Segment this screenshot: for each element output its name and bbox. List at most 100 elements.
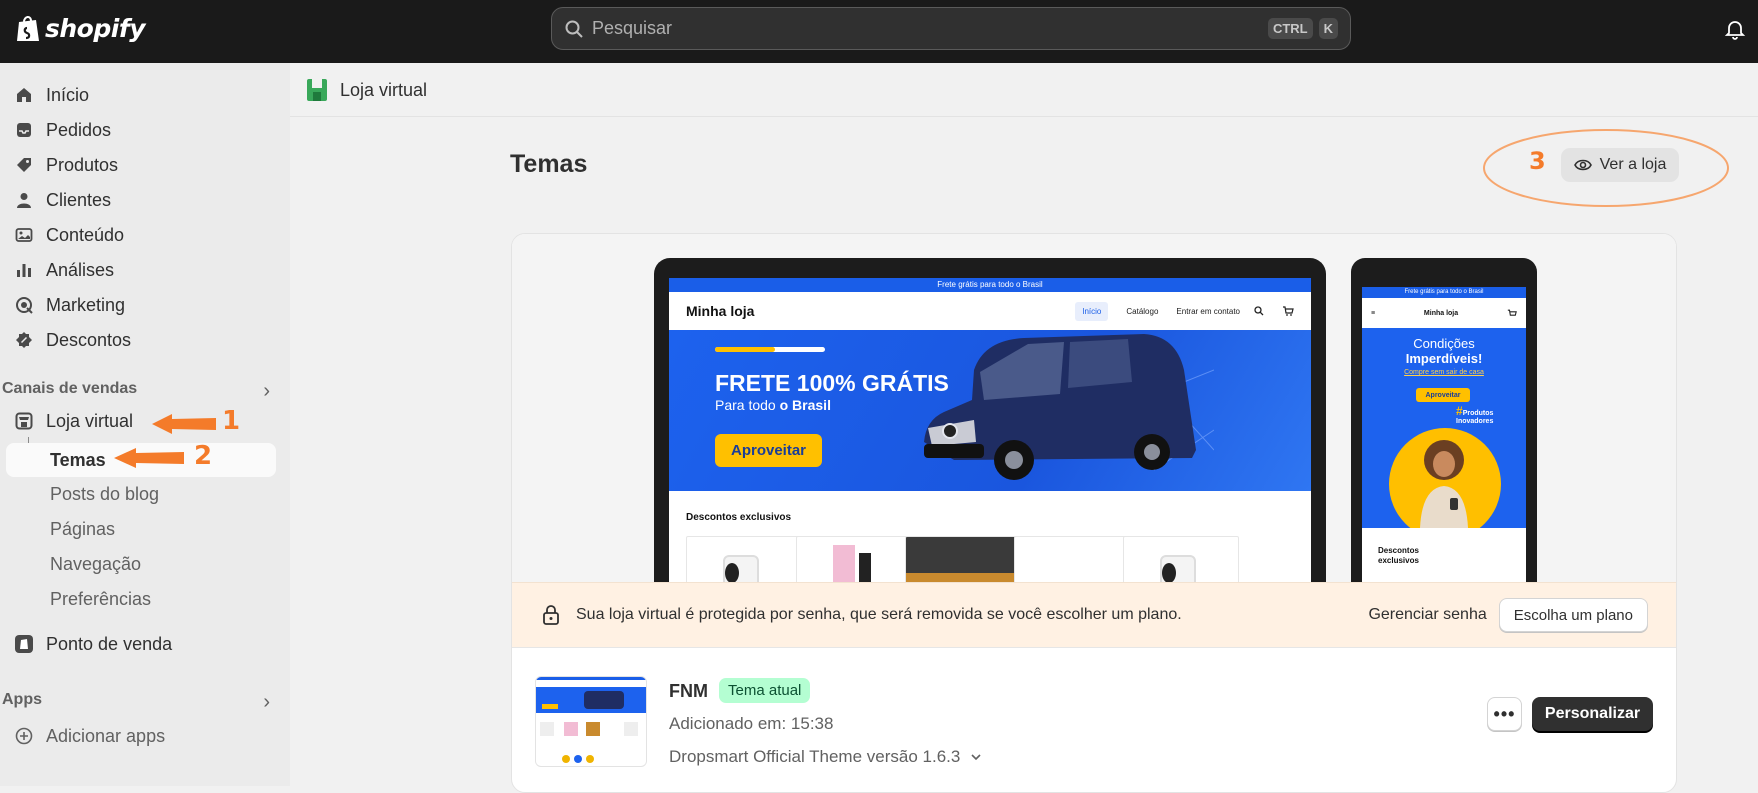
kbd-ctrl: CTRL xyxy=(1267,18,1313,39)
sidebar-item-blog-posts[interactable]: Posts do blog xyxy=(50,484,159,505)
sidebar-item-orders[interactable]: Pedidos xyxy=(14,114,111,146)
person-icon xyxy=(14,190,34,210)
sidebar: Início Pedidos Produtos Clientes Conteúd… xyxy=(0,63,290,786)
mobile-hero-line1: Condições xyxy=(1413,336,1475,351)
sidebar-item-discounts[interactable]: Descontos xyxy=(14,324,131,356)
desktop-preview: Frete grátis para todo o Brasil Minha lo… xyxy=(654,258,1326,583)
apps-label: Apps xyxy=(2,691,42,708)
sidebar-item-label: Análises xyxy=(46,259,115,280)
header-divider xyxy=(290,116,1758,117)
password-notice: Sua loja virtual é protegida por senha, … xyxy=(512,582,1676,647)
woman-image xyxy=(1420,440,1468,528)
mobile-hero-tag: #Produtos Inovadores xyxy=(1456,404,1494,425)
store-brand: Minha loja xyxy=(686,303,755,319)
chevron-down-icon xyxy=(971,754,981,761)
store-nav-catalog: Catálogo xyxy=(1126,306,1159,316)
sidebar-item-online-store[interactable]: Loja virtual xyxy=(14,405,133,437)
mobile-section-title: Descontos exclusivos xyxy=(1378,546,1419,565)
theme-added-time: Adicionado em: 15:38 xyxy=(669,714,834,733)
desktop-screen: Frete grátis para todo o Brasil Minha lo… xyxy=(669,278,1311,583)
mobile-header: ≡ Minha loja xyxy=(1362,298,1526,328)
cart-icon xyxy=(1283,306,1294,316)
bar-chart-icon xyxy=(14,260,34,280)
pos-icon xyxy=(14,634,34,654)
top-bar: shopify Pesquisar CTRL K xyxy=(0,0,1758,63)
shopify-logo[interactable]: shopify xyxy=(16,14,146,43)
product-card xyxy=(1123,536,1239,583)
sidebar-item-add-apps[interactable]: Adicionar apps xyxy=(14,720,165,752)
van-image xyxy=(924,334,1214,480)
sidebar-item-customers[interactable]: Clientes xyxy=(14,184,111,216)
customize-button[interactable]: Personalizar xyxy=(1532,697,1653,731)
theme-thumbnail[interactable] xyxy=(535,676,647,767)
mobile-hero: Condições Imperdíveis! Compre sem sair de… xyxy=(1362,328,1526,528)
annotation-number-1: 1 xyxy=(222,406,241,436)
annotation-number-2: 2 xyxy=(194,441,213,471)
sidebar-item-pos[interactable]: Ponto de venda xyxy=(14,628,172,660)
bell-icon[interactable] xyxy=(1724,18,1746,40)
current-theme-row: FNM Tema atual Adicionado em: 15:38 Drop… xyxy=(512,647,1676,792)
plus-circle-icon xyxy=(14,726,34,746)
image-icon xyxy=(14,225,34,245)
sidebar-item-label: Início xyxy=(46,84,90,105)
breadcrumb: Loja virtual xyxy=(306,78,427,102)
store-nav-contact: Entrar em contato xyxy=(1176,306,1240,316)
sidebar-item-label: Marketing xyxy=(46,294,126,315)
mobile-hero-link: Compre sem sair de casa xyxy=(1404,369,1484,376)
hamburger-icon: ≡ xyxy=(1371,309,1376,317)
hero-subtitle: Para todo o Brasil xyxy=(715,397,831,413)
mobile-brand: Minha loja xyxy=(1423,309,1459,317)
more-actions-button[interactable]: ••• xyxy=(1487,697,1522,731)
hero-subtitle-bold: o Brasil xyxy=(779,397,831,413)
breadcrumb-label[interactable]: Loja virtual xyxy=(340,80,427,101)
theme-name: FNM xyxy=(669,681,708,701)
view-store-button[interactable]: Ver a loja xyxy=(1561,148,1679,182)
brand-name: shopify xyxy=(45,14,146,43)
sidebar-item-preferences[interactable]: Preferências xyxy=(50,589,151,610)
hero-button: Aproveitar xyxy=(715,434,822,467)
store-theme-icon xyxy=(307,79,327,101)
product-card xyxy=(1014,536,1130,583)
sales-channels-heading[interactable]: Canais de vendas › xyxy=(2,380,270,403)
annotation-arrow-1 xyxy=(152,414,216,434)
mobile-preview: Frete grátis para todo o Brasil ≡ Minha … xyxy=(1351,258,1537,583)
kbd-k: K xyxy=(1318,18,1338,39)
target-icon xyxy=(14,295,34,315)
mobile-hero-button: Aproveitar xyxy=(1416,388,1470,402)
chevron-right-icon: › xyxy=(263,691,270,713)
chevron-right-icon: › xyxy=(263,380,270,402)
sidebar-item-home[interactable]: Início xyxy=(14,79,89,111)
sidebar-item-label: Ponto de venda xyxy=(46,633,173,654)
sidebar-item-label: Conteúdo xyxy=(46,224,125,245)
sidebar-item-label: Adicionar apps xyxy=(46,725,166,746)
sidebar-item-marketing[interactable]: Marketing xyxy=(14,289,125,321)
announcement-bar: Frete grátis para todo o Brasil xyxy=(669,278,1311,292)
sidebar-item-themes-label: Temas xyxy=(50,450,106,470)
home-icon xyxy=(14,85,34,105)
sidebar-item-pages[interactable]: Páginas xyxy=(50,519,115,540)
search-icon xyxy=(565,20,583,38)
search-input[interactable]: Pesquisar CTRL K xyxy=(551,7,1351,50)
hero-stripe-accent xyxy=(715,347,775,352)
sidebar-item-products[interactable]: Produtos xyxy=(14,149,118,181)
sidebar-item-navigation[interactable]: Navegação xyxy=(50,554,141,575)
current-theme-badge: Tema atual xyxy=(719,678,811,703)
tag-icon xyxy=(14,155,34,175)
apps-heading[interactable]: Apps › xyxy=(2,691,270,714)
eye-icon xyxy=(1573,159,1592,171)
manage-password-link[interactable]: Gerenciar senha xyxy=(1368,606,1486,624)
mobile-hero-line2: Imperdíveis! xyxy=(1405,351,1483,366)
sidebar-item-label: Descontos xyxy=(46,329,132,350)
store-icon xyxy=(14,411,34,431)
theme-card: Frete grátis para todo o Brasil Minha lo… xyxy=(511,233,1677,793)
sidebar-item-label: Produtos xyxy=(46,154,119,175)
mobile-announcement-bar: Frete grátis para todo o Brasil xyxy=(1362,287,1526,298)
sidebar-item-analytics[interactable]: Análises xyxy=(14,254,114,286)
product-card xyxy=(796,536,912,583)
view-store-label: Ver a loja xyxy=(1599,156,1667,173)
theme-preview[interactable]: Frete grátis para todo o Brasil Minha lo… xyxy=(512,234,1676,583)
theme-version[interactable]: Dropsmart Official Theme versão 1.6.3 xyxy=(669,747,982,767)
theme-version-label: Dropsmart Official Theme versão 1.6.3 xyxy=(669,747,961,766)
choose-plan-button[interactable]: Escolha um plano xyxy=(1498,598,1648,632)
sidebar-item-content[interactable]: Conteúdo xyxy=(14,219,124,251)
